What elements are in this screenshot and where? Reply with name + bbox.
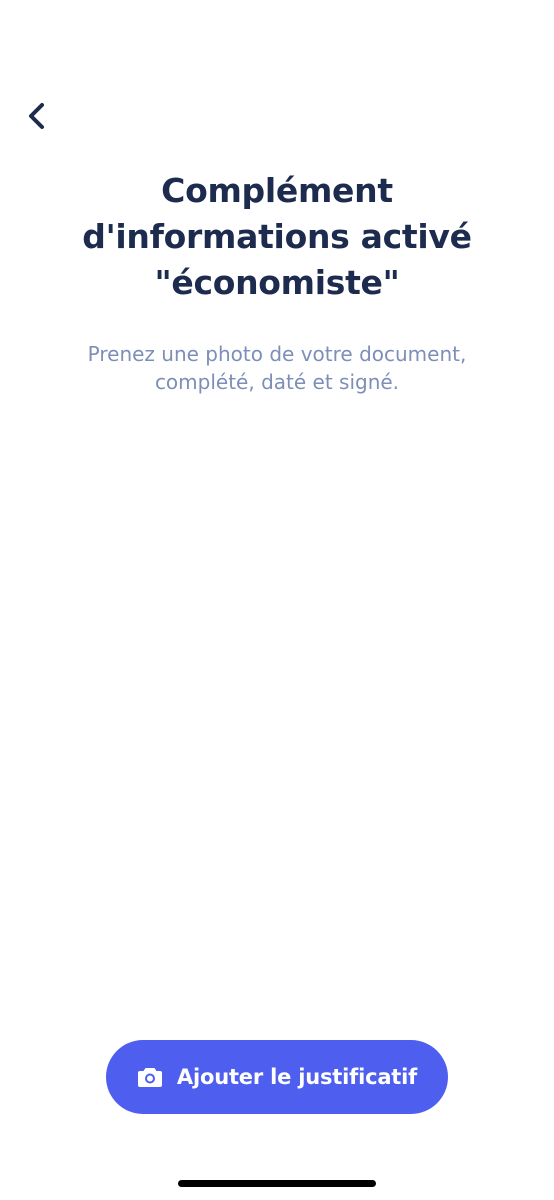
home-indicator	[178, 1180, 376, 1187]
page-subtitle: Prenez une photo de votre document, comp…	[87, 342, 467, 394]
back-button[interactable]	[18, 98, 54, 138]
add-document-button-label: Ajouter le justificatif	[176, 1065, 418, 1089]
add-document-button[interactable]: Ajouter le justificatif	[106, 1040, 448, 1114]
page-title: Complément d'informations activé "économ…	[82, 171, 472, 302]
chevron-left-icon	[25, 101, 47, 136]
camera-icon	[137, 1066, 163, 1088]
